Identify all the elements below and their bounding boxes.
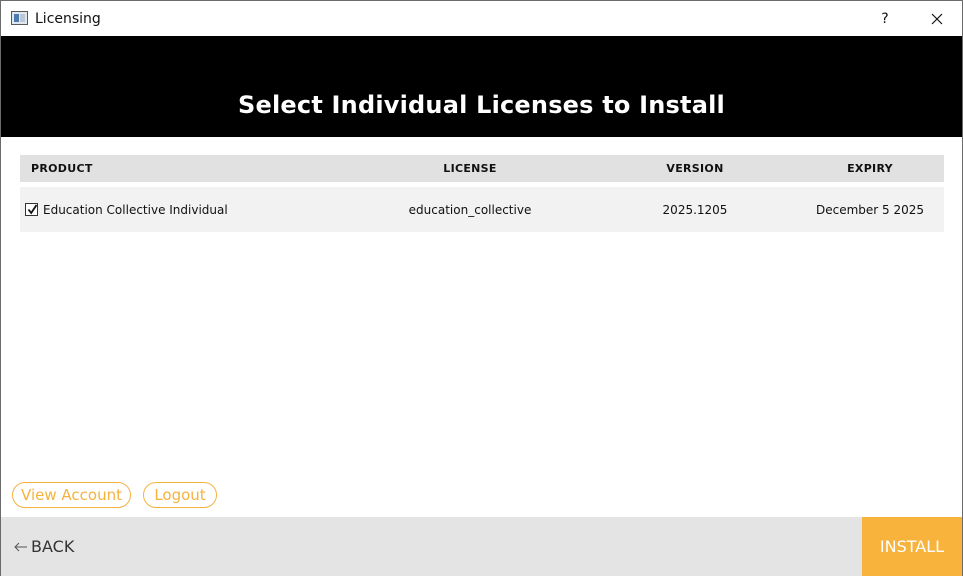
- back-label: BACK: [31, 537, 75, 556]
- license-table: PRODUCT LICENSE VERSION EXPIRY Education…: [20, 155, 944, 232]
- install-button[interactable]: INSTALL: [862, 517, 962, 576]
- app-icon: [11, 11, 28, 25]
- help-button[interactable]: ?: [870, 7, 900, 31]
- column-header-license: LICENSE: [443, 162, 497, 175]
- footer-bar: BACK INSTALL: [1, 517, 962, 576]
- table-header: PRODUCT LICENSE VERSION EXPIRY: [20, 155, 944, 182]
- licensing-window: Licensing ? Select Individual Licenses t…: [0, 0, 963, 576]
- view-account-button[interactable]: View Account: [12, 482, 131, 508]
- page-title: Select Individual Licenses to Install: [238, 91, 725, 119]
- header-banner: Select Individual Licenses to Install: [1, 36, 962, 137]
- close-icon: [931, 13, 943, 25]
- back-button[interactable]: BACK: [14, 517, 74, 576]
- logout-button[interactable]: Logout: [143, 482, 217, 508]
- cell-version: 2025.1205: [662, 203, 728, 217]
- column-header-expiry: EXPIRY: [847, 162, 893, 175]
- cell-expiry: December 5 2025: [815, 203, 925, 217]
- cell-product: Education Collective Individual: [43, 203, 228, 217]
- table-row[interactable]: Education Collective Individual educatio…: [20, 187, 944, 232]
- title-bar: Licensing ?: [1, 1, 962, 36]
- window-title: Licensing: [35, 11, 101, 27]
- column-header-version: VERSION: [666, 162, 724, 175]
- column-header-product: PRODUCT: [31, 162, 93, 175]
- close-button[interactable]: [921, 7, 953, 31]
- license-checkbox[interactable]: [25, 203, 38, 216]
- arrow-left-icon: [14, 542, 27, 551]
- checkmark-icon: [27, 204, 38, 215]
- cell-license: education_collective: [408, 203, 532, 217]
